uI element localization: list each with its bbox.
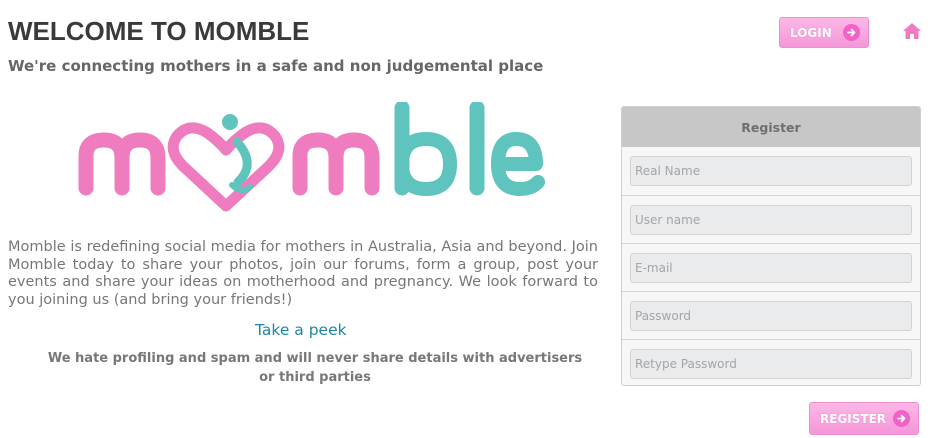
real-name-input[interactable] <box>630 156 912 186</box>
register-button-label: REGISTER <box>820 411 887 426</box>
register-button[interactable]: REGISTER <box>809 402 919 435</box>
field-row-password <box>622 291 920 339</box>
email-input[interactable] <box>630 252 912 283</box>
field-row-real-name <box>622 147 920 195</box>
intro-paragraph: Momble is redefining social media for mo… <box>8 239 598 308</box>
field-row-username <box>622 195 920 243</box>
momble-logo <box>78 102 545 212</box>
arrow-right-circle-icon <box>843 24 860 41</box>
privacy-notice: We hate profiling and spam and will neve… <box>30 349 600 387</box>
register-panel-title: Register <box>622 107 920 147</box>
privacy-line-1: We hate profiling and spam and will neve… <box>47 351 583 366</box>
privacy-line-2: or third parties <box>259 370 371 385</box>
field-row-email <box>622 243 920 291</box>
login-button[interactable]: LOGIN <box>779 17 869 48</box>
field-row-retype-password <box>622 339 920 385</box>
register-panel: Register <box>621 106 921 386</box>
login-button-label: LOGIN <box>790 25 832 40</box>
page-title: WELCOME TO MOMBLE <box>8 16 310 46</box>
arrow-right-circle-icon <box>893 410 910 427</box>
retype-password-input[interactable] <box>630 348 912 379</box>
password-input[interactable] <box>630 300 912 331</box>
page-subtitle: We're connecting mothers in a safe and n… <box>8 57 544 75</box>
take-a-peek-link[interactable]: Take a peek <box>255 321 347 339</box>
username-input[interactable] <box>630 204 912 235</box>
home-icon[interactable] <box>902 22 922 40</box>
